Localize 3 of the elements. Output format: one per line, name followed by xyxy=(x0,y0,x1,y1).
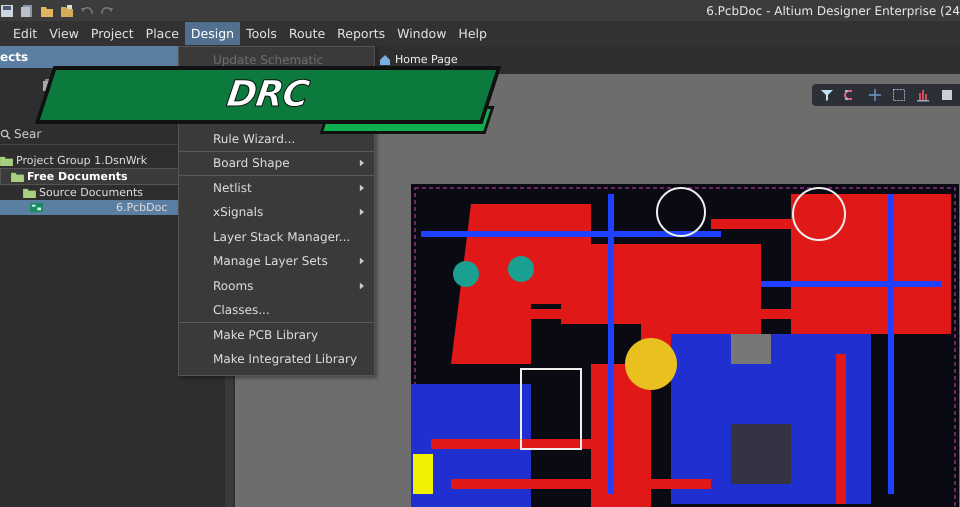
banner-title: DRC xyxy=(224,74,312,116)
panel-title: ects xyxy=(0,46,178,68)
window-title: 6.PcbDoc - Altium Designer Enterprise (24 xyxy=(706,4,960,18)
